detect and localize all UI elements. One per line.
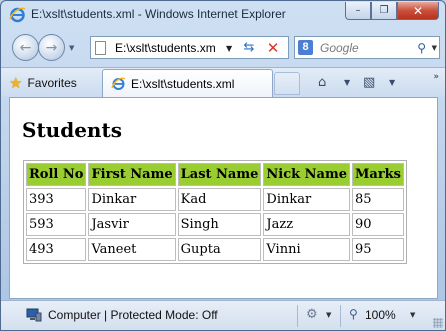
column-header: Roll No	[26, 163, 87, 186]
star-icon: ★	[9, 74, 23, 92]
ie-window: E:\xslt\students.xml - Windows Internet …	[0, 0, 446, 331]
home-dropdown-icon[interactable]: ▼	[344, 78, 350, 87]
table-cell: 493	[26, 238, 87, 261]
favorites-bar: ★ Favorites E:\xslt\students.xml ⌂ ▼ ▧ ▼…	[1, 67, 445, 98]
table-header-row: Roll No First Name Last Name Nick Name M…	[26, 163, 404, 186]
window-controls: – ❐ ✕	[345, 2, 439, 20]
table-row: 393 Dinkar Kad Dinkar 85	[26, 188, 404, 211]
more-commands-chevron-icon[interactable]: »	[433, 72, 439, 82]
favorites-button[interactable]: ★ Favorites	[9, 72, 77, 94]
table-cell: Jasvir	[88, 213, 176, 236]
column-header: Last Name	[177, 163, 262, 186]
stop-button[interactable]: ✕	[263, 39, 283, 57]
navigation-bar: ← → ▼ E:\xslt\students.xm ▼ ⇆ ✕ 8 Google…	[1, 31, 445, 65]
restore-button[interactable]: ❐	[371, 2, 397, 20]
table-cell: Gupta	[177, 238, 262, 261]
table-cell: Singh	[177, 213, 262, 236]
table-cell: 90	[352, 213, 404, 236]
forward-button[interactable]: →	[38, 34, 65, 61]
security-zone-text[interactable]: Computer | Protected Mode: Off	[48, 308, 218, 322]
minimize-button[interactable]: –	[345, 2, 371, 20]
table-cell: Dinkar	[263, 188, 350, 211]
table-cell: 593	[26, 213, 87, 236]
page-title: Students	[22, 118, 122, 142]
search-magnifier-icon[interactable]: ⚲	[417, 41, 426, 55]
refresh-button[interactable]: ⇆	[239, 40, 259, 56]
status-bar: Computer | Protected Mode: Off ⚙ ▼ ⚲ 100…	[1, 300, 445, 330]
new-tab-button[interactable]	[274, 72, 300, 95]
refresh-icon: ⇆	[243, 40, 255, 55]
stop-icon: ✕	[266, 39, 280, 57]
column-header: First Name	[88, 163, 176, 186]
feeds-icon[interactable]: ▧	[363, 75, 375, 90]
students-table: Roll No First Name Last Name Nick Name M…	[23, 160, 407, 264]
home-icon[interactable]: ⌂	[318, 75, 326, 90]
computer-icon	[26, 308, 42, 322]
table-cell: Dinkar	[88, 188, 176, 211]
page-icon	[95, 41, 106, 55]
resize-grip[interactable]	[433, 318, 443, 328]
status-divider	[340, 305, 341, 327]
back-arrow-icon: ←	[19, 39, 32, 56]
table-row: 593 Jasvir Singh Jazz 90	[26, 213, 404, 236]
address-dropdown-icon[interactable]: ▼	[226, 44, 232, 53]
column-header: Marks	[352, 163, 404, 186]
favorites-label: Favorites	[27, 76, 77, 90]
ie-page-icon	[111, 77, 126, 90]
window-title: E:\xslt\students.xml - Windows Internet …	[31, 7, 286, 21]
table-cell: 393	[26, 188, 87, 211]
forward-arrow-icon: →	[45, 39, 58, 56]
table-cell: Vinni	[263, 238, 350, 261]
search-options-dropdown-icon[interactable]: ▼	[432, 44, 437, 52]
status-divider	[297, 305, 298, 327]
address-bar[interactable]: E:\xslt\students.xm ▼ ⇆ ✕	[90, 36, 289, 59]
title-bar: E:\xslt\students.xml - Windows Internet …	[1, 1, 445, 29]
security-settings-icon[interactable]: ⚙	[306, 307, 318, 322]
back-button[interactable]: ←	[12, 34, 39, 61]
close-button[interactable]: ✕	[397, 2, 439, 20]
ie-logo-icon	[9, 7, 26, 23]
table-cell: 95	[352, 238, 404, 261]
recent-pages-dropdown-icon[interactable]: ▼	[69, 44, 74, 52]
google-search-icon[interactable]: 8	[298, 40, 313, 55]
table-cell: Kad	[177, 188, 262, 211]
address-input[interactable]: E:\xslt\students.xm	[115, 41, 216, 55]
feeds-dropdown-icon[interactable]: ▼	[389, 78, 395, 87]
zoom-magnifier-icon[interactable]: ⚲	[349, 307, 358, 321]
zoom-dropdown-icon[interactable]: ▼	[410, 311, 415, 319]
page-content: Students Roll No First Name Last Name Ni…	[9, 97, 438, 299]
table-cell: Jazz	[263, 213, 350, 236]
column-header: Nick Name	[263, 163, 350, 186]
search-input[interactable]: Google	[320, 41, 359, 55]
table-row: 493 Vaneet Gupta Vinni 95	[26, 238, 404, 261]
tab-students-xml[interactable]: E:\xslt\students.xml	[102, 69, 273, 98]
search-box[interactable]: 8 Google ⚲ ▼	[294, 36, 440, 59]
table-cell: Vaneet	[88, 238, 176, 261]
security-dropdown-icon[interactable]: ▼	[326, 311, 331, 319]
zoom-level[interactable]: 100%	[365, 308, 396, 322]
tab-label: E:\xslt\students.xml	[131, 77, 235, 91]
table-cell: 85	[352, 188, 404, 211]
